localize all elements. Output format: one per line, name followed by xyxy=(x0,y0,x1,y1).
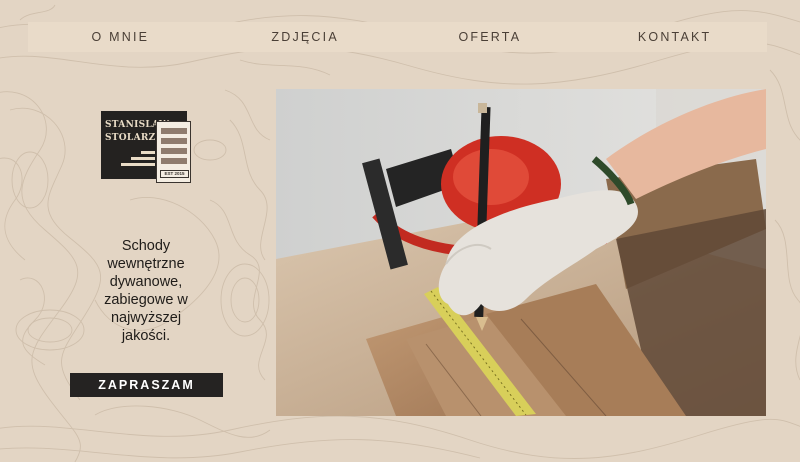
nav-item-o-mnie[interactable]: O MNIE xyxy=(28,30,213,44)
hero-tagline: Schody wewnętrzne dywanowe, zabiegowe w … xyxy=(104,237,188,344)
logo-est-badge: EST 2015 xyxy=(160,170,189,178)
nav-item-zdjecia[interactable]: ZDJĘCIA xyxy=(213,30,398,44)
nav-item-kontakt[interactable]: KONTAKT xyxy=(582,30,767,44)
zapraszam-button[interactable]: ZAPRASZAM xyxy=(70,373,223,397)
main-navigation: O MNIE ZDJĘCIA OFERTA KONTAKT xyxy=(28,22,767,52)
nav-item-oferta[interactable]: OFERTA xyxy=(398,30,583,44)
logo-wordmark: STANISLAW STOLARZ xyxy=(105,119,170,145)
brand-logo[interactable]: STANISLAW STOLARZ EST 2015 xyxy=(101,111,193,185)
logo-line-2: STOLARZ xyxy=(105,133,156,143)
logo-card: EST 2015 xyxy=(156,121,191,183)
logo-line-1: STANISLAW xyxy=(105,120,170,130)
hero-photo-carpenter-measuring xyxy=(276,89,766,416)
page: O MNIE ZDJĘCIA OFERTA KONTAKT STANISLAW … xyxy=(0,0,800,462)
